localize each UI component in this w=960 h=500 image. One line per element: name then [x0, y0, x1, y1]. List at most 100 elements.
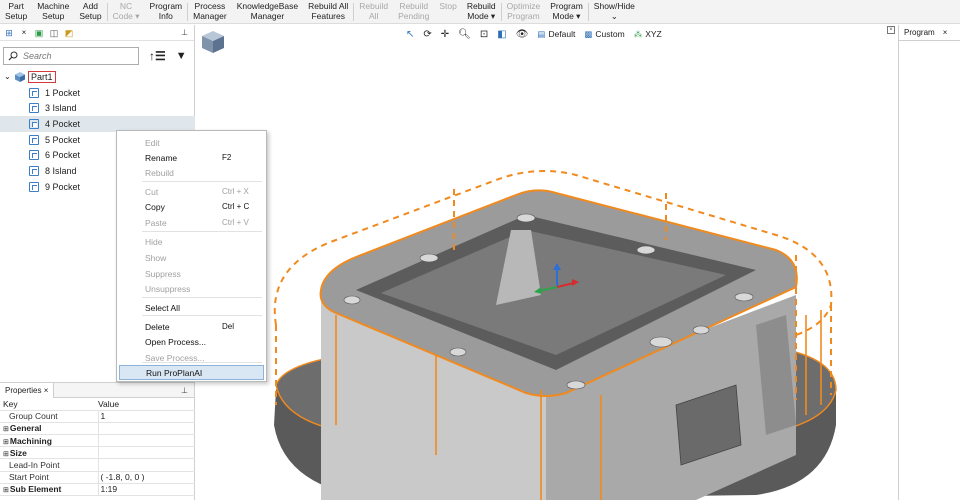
- menu-item[interactable]: Unsuppress: [119, 281, 264, 296]
- feature-icon: [29, 134, 39, 145]
- ribbon-button-label-line2: Manager: [193, 11, 227, 21]
- ribbon-button-label-line2: Pending: [398, 11, 430, 21]
- tree-item-label: 4 Pocket: [45, 118, 81, 129]
- feature-icon: [29, 103, 39, 114]
- ribbon-button-label-line1: Stop: [439, 1, 457, 11]
- menu-item-shortcut: Ctrl + C: [222, 202, 250, 211]
- tab-properties[interactable]: Properties ×: [0, 382, 55, 398]
- close-icon[interactable]: ×: [19, 28, 29, 38]
- ribbon-button-13[interactable]: Program Mode ▾: [545, 0, 588, 24]
- part-icon: [15, 71, 25, 82]
- menu-item-label: Save Process...: [145, 352, 205, 363]
- menu-item[interactable]: Paste Ctrl + V: [119, 215, 264, 230]
- property-value: [98, 458, 195, 472]
- menu-item[interactable]: Run ProPlanAI: [119, 365, 264, 380]
- search-input[interactable]: Search: [3, 47, 139, 65]
- property-value: [98, 434, 195, 448]
- 3d-viewport[interactable]: ↖ ⟳ ✛ 🔍︎ ⊡ ◧ 👁︎ ▤ Default ▩ Custom ⁂ XYZ…: [196, 25, 898, 500]
- tree-panel-tabbar: ⊞ × ▣ ◫ ◩ ⊥: [0, 25, 194, 41]
- ribbon-button-label-line2: Mode ▾: [467, 11, 496, 21]
- menu-item-label: Edit: [145, 137, 160, 148]
- properties-panel: Properties × ⊥ Key Value Group Count 1 ⊞Ge…: [0, 382, 195, 500]
- pin-icon[interactable]: ⊥: [181, 386, 188, 395]
- menu-item-shortcut: Ctrl + X: [222, 187, 249, 196]
- menu-item-label: Delete: [145, 321, 170, 332]
- ribbon-button-11[interactable]: Rebuild Mode ▾: [462, 0, 501, 24]
- property-value: 1:19: [98, 483, 195, 497]
- property-key-label: Machining: [9, 435, 52, 446]
- tree-item-label: 1 Pocket: [45, 87, 81, 98]
- properties-row[interactable]: ⊞Size: [0, 446, 195, 460]
- properties-row[interactable]: ⊞Machining: [0, 434, 195, 448]
- sort-icon[interactable]: ↑☰: [149, 49, 166, 63]
- properties-row[interactable]: ⊞Sub Element 1:19: [0, 483, 195, 497]
- tree-root-part[interactable]: ⌄ Part1: [0, 69, 195, 85]
- ribbon-button-3[interactable]: NC Code ▾: [108, 0, 145, 24]
- menu-item[interactable]: Show: [119, 250, 264, 265]
- menu-item[interactable]: Rename F2: [119, 150, 264, 165]
- properties-row[interactable]: Group Count 1: [0, 410, 195, 423]
- expand-icon[interactable]: ⊞: [3, 451, 9, 458]
- tree-item[interactable]: 3 Island: [0, 100, 195, 116]
- property-value: 1: [98, 410, 195, 423]
- menu-item[interactable]: Suppress: [119, 266, 264, 281]
- ribbon-button-8[interactable]: Rebuild All: [354, 0, 393, 24]
- menu-separator: [142, 231, 262, 232]
- property-key-label: Group Count: [9, 411, 58, 422]
- ribbon-button-6[interactable]: KnowledgeBase Manager: [232, 0, 303, 24]
- properties-table: Key Value Group Count 1 ⊞General ⊞Machining…: [0, 398, 195, 497]
- tree-item[interactable]: 1 Pocket: [0, 85, 195, 101]
- properties-row[interactable]: Lead-In Point: [0, 458, 195, 472]
- tab-program[interactable]: Program ×: [899, 25, 960, 41]
- menu-item-label: Paste: [145, 217, 167, 228]
- ribbon-button-10[interactable]: Stop: [434, 0, 462, 24]
- property-key: Group Count: [0, 410, 99, 423]
- feature-icon: [29, 181, 39, 192]
- menu-item-label: Hide: [145, 236, 163, 247]
- expand-icon[interactable]: ⊞: [3, 439, 9, 446]
- ribbon-button-label-line2: Mode ▾: [552, 11, 581, 21]
- menu-item-label: Rename: [145, 152, 178, 163]
- ribbon-button-label-line2: Setup: [79, 11, 102, 21]
- properties-row[interactable]: Start Point ( -1.8, 0, 0 ): [0, 471, 195, 484]
- menu-item[interactable]: Edit: [119, 135, 264, 150]
- menu-item[interactable]: Cut Ctrl + X: [119, 184, 264, 199]
- ribbon-button-label-line2: ⌄: [610, 11, 618, 21]
- tree-tab-icon[interactable]: ⊞: [4, 28, 14, 38]
- search-icon: [8, 51, 18, 61]
- ribbon-button-label-line1: Program: [149, 1, 183, 11]
- fixture-view-icon[interactable]: ◫: [49, 28, 59, 38]
- menu-item[interactable]: Select All: [119, 300, 264, 315]
- key-column-header: Key: [0, 398, 98, 411]
- ribbon-button-2[interactable]: Add Setup: [74, 0, 106, 24]
- stock-view-icon[interactable]: ▣: [34, 28, 44, 38]
- properties-row[interactable]: ⊞General: [0, 422, 195, 436]
- ribbon-button-14[interactable]: Show/Hide ⌄: [589, 0, 640, 24]
- ribbon-button-1[interactable]: Machine Setup: [32, 0, 74, 24]
- expand-icon[interactable]: ⊞: [3, 426, 9, 433]
- menu-item[interactable]: Hide: [119, 234, 264, 249]
- ribbon-button-5[interactable]: Process Manager: [188, 0, 232, 24]
- ribbon-button-9[interactable]: Rebuild Pending: [393, 0, 434, 24]
- menu-item-label: Cut: [145, 186, 159, 197]
- menu-item[interactable]: Delete Del: [119, 319, 264, 334]
- app-window: Part Setup Machine Setup Add Setup NC Code ▾ Pro…: [0, 0, 960, 500]
- menu-item[interactable]: Save Process...: [119, 350, 264, 365]
- filter-icon[interactable]: ▼: [176, 50, 187, 62]
- part-3d-model[interactable]: [196, 25, 898, 500]
- menu-item[interactable]: Rebuild: [119, 165, 264, 180]
- ribbon-button-4[interactable]: Program Info: [145, 0, 188, 24]
- ribbon-button-0[interactable]: Part Setup: [0, 0, 32, 24]
- chevron-down-icon[interactable]: ⌄: [4, 72, 13, 81]
- expand-icon[interactable]: ⊞: [3, 487, 9, 494]
- ribbon-button-12[interactable]: Optimize Program: [502, 0, 546, 24]
- ribbon-button-label-line2: Setup: [42, 11, 65, 21]
- close-icon[interactable]: ×: [943, 28, 948, 37]
- menu-item[interactable]: Open Process...: [119, 334, 264, 349]
- ribbon-button-7[interactable]: Rebuild All Features: [303, 0, 353, 24]
- ribbon-button-label-line2: Setup: [5, 11, 28, 21]
- tool-view-icon[interactable]: ◩: [64, 28, 74, 38]
- ribbon-button-label-line2: Code ▾: [112, 11, 140, 21]
- menu-item[interactable]: Copy Ctrl + C: [119, 199, 264, 214]
- pin-icon[interactable]: ⊥: [181, 28, 188, 37]
